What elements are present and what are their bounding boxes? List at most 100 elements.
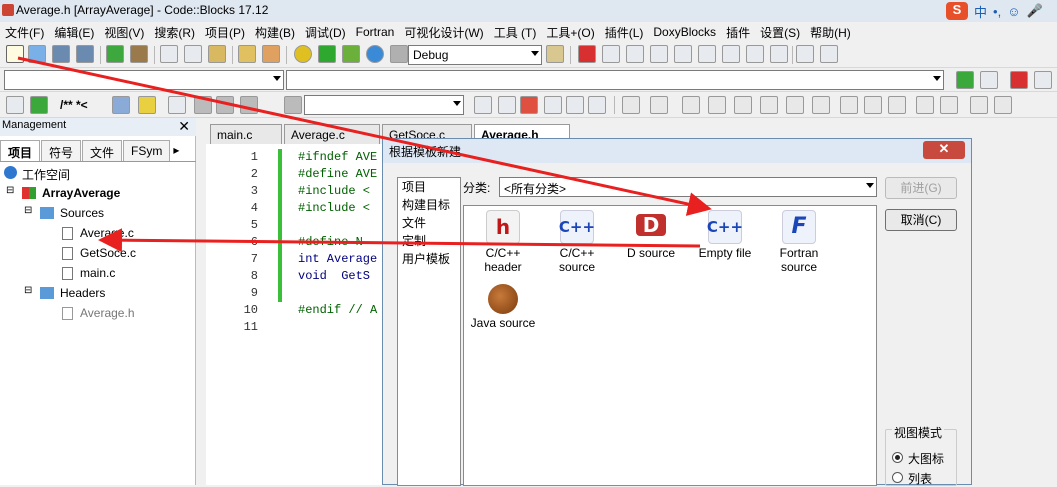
wrench-icon[interactable] — [168, 96, 186, 114]
match-word-icon[interactable] — [566, 96, 584, 114]
step-out-icon[interactable] — [674, 45, 692, 63]
scope-select[interactable] — [4, 70, 284, 90]
menu-tools-plus[interactable]: 工具+(O) — [541, 24, 599, 41]
wx-flex-icon[interactable] — [812, 96, 830, 114]
run-to-cursor-icon[interactable] — [602, 45, 620, 63]
next-instruction-icon[interactable] — [698, 45, 716, 63]
pause-icon[interactable] — [746, 45, 764, 63]
tree-file-main-c[interactable]: main.c — [80, 266, 115, 280]
emoji-icon[interactable]: ☺ — [1007, 4, 1020, 19]
tab-files[interactable]: 文件 — [82, 140, 123, 161]
doxy-config-icon[interactable] — [6, 96, 24, 114]
step-into-icon[interactable] — [650, 45, 668, 63]
tree-sources-folder[interactable]: Sources — [60, 206, 104, 220]
tree-workspace[interactable]: 工作空间 — [22, 166, 70, 183]
abort-icon[interactable] — [390, 45, 408, 63]
rebuild-icon[interactable] — [366, 45, 384, 63]
menu-project[interactable]: 项目(P) — [200, 24, 250, 41]
search-combo[interactable] — [304, 95, 464, 115]
next-icon[interactable] — [240, 96, 258, 114]
template-cpp-header[interactable]: h C/C++ header — [466, 210, 540, 274]
wx-textctrl-icon[interactable] — [864, 96, 882, 114]
copy-code-icon[interactable] — [994, 96, 1012, 114]
view-mode-large-radio[interactable] — [892, 452, 903, 463]
wx-sizer-h-icon[interactable] — [734, 96, 752, 114]
pointer-icon[interactable] — [622, 96, 640, 114]
arrow-right-icon[interactable] — [498, 96, 516, 114]
save-all-icon[interactable] — [76, 45, 94, 63]
step-into-instruction-icon[interactable] — [722, 45, 740, 63]
redo-icon[interactable] — [130, 45, 148, 63]
wx-frame-icon[interactable] — [708, 96, 726, 114]
next-line-icon[interactable] — [626, 45, 644, 63]
highlight-icon[interactable] — [520, 96, 538, 114]
menu-edit[interactable]: 编辑(E) — [49, 24, 99, 41]
cancel-button[interactable]: 取消(C) — [885, 209, 957, 231]
zoom-out-icon[interactable] — [940, 96, 958, 114]
tree-file-average-c[interactable]: Average.c — [80, 226, 134, 240]
editor-tab-main-c[interactable]: main.c — [210, 124, 282, 144]
menu-view[interactable]: 视图(V) — [99, 24, 149, 41]
open-icon[interactable] — [28, 45, 46, 63]
template-java-source[interactable]: Java source — [466, 284, 540, 330]
menu-doxyblocks[interactable]: DoxyBlocks — [648, 25, 721, 39]
view-mode-list-radio[interactable] — [892, 472, 903, 483]
tab-scroll-right-icon[interactable]: ▸ — [171, 140, 181, 161]
mic-icon[interactable]: 🎤 — [1026, 3, 1042, 19]
menu-file[interactable]: 文件(F) — [0, 24, 49, 41]
tree-file-average-h[interactable]: Average.h — [80, 306, 135, 320]
collapse-icon[interactable]: ⊟ — [24, 285, 32, 296]
ime-toolbar[interactable]: S 中 •, ☺ 🎤 — [946, 2, 1043, 20]
replace-icon[interactable] — [262, 45, 280, 63]
ime-punct[interactable]: •, — [993, 4, 1001, 19]
find-icon[interactable] — [238, 45, 256, 63]
match-case-icon[interactable] — [544, 96, 562, 114]
close-icon[interactable]: ✕ — [923, 141, 965, 159]
category-item-files[interactable]: 文件 — [398, 214, 460, 232]
ime-lang[interactable]: 中 — [974, 2, 987, 21]
tree-file-getsoce-c[interactable]: GetSoce.c — [80, 246, 136, 260]
cut-icon[interactable] — [160, 45, 178, 63]
paste-icon[interactable] — [208, 45, 226, 63]
template-empty-file[interactable]: C++ Empty file — [688, 210, 762, 260]
category-item-build-targets[interactable]: 构建目标 — [398, 196, 460, 214]
wx-grid-icon[interactable] — [786, 96, 804, 114]
editor-tab-average-c[interactable]: Average.c — [284, 124, 380, 144]
category-item-projects[interactable]: 项目 — [398, 178, 460, 196]
menu-help[interactable]: 帮助(H) — [805, 24, 856, 41]
debug-windows-icon[interactable] — [796, 45, 814, 63]
stop-debug-icon[interactable] — [770, 45, 788, 63]
category-select[interactable]: <所有分类> — [499, 177, 877, 197]
bookmark-toggle-icon[interactable] — [1010, 71, 1028, 89]
function-select[interactable] — [286, 70, 944, 90]
wx-panel-icon[interactable] — [650, 96, 668, 114]
menu-search[interactable]: 搜索(R) — [149, 24, 200, 41]
debug-info-icon[interactable] — [820, 45, 838, 63]
html-doc-icon[interactable] — [112, 96, 130, 114]
template-fortran-source[interactable]: F Fortran source — [762, 210, 836, 274]
menu-settings[interactable]: 设置(S) — [755, 24, 805, 41]
jump-back-icon[interactable] — [956, 71, 974, 89]
category-item-user-templates[interactable]: 用户模板 — [398, 250, 460, 268]
bookmark-next-icon[interactable] — [1034, 71, 1052, 89]
tree-headers-folder[interactable]: Headers — [60, 286, 105, 300]
close-icon[interactable]: ✕ — [178, 118, 190, 135]
regex-icon[interactable] — [588, 96, 606, 114]
code-editor[interactable]: 1 2 3 4 5 6 7 8 9 10 11 #ifndef AVE #def… — [206, 144, 382, 485]
menu-debug[interactable]: 调试(D) — [300, 24, 351, 41]
target-dialog-icon[interactable] — [546, 45, 564, 63]
zoom-in-icon[interactable] — [916, 96, 934, 114]
menu-plugins-2[interactable]: 插件 — [721, 24, 755, 41]
menu-fortran[interactable]: Fortran — [351, 25, 400, 39]
clear-icon[interactable] — [284, 96, 302, 114]
debug-start-icon[interactable] — [578, 45, 596, 63]
collapse-icon[interactable]: ⊟ — [6, 185, 14, 196]
category-item-custom[interactable]: 定制 — [398, 232, 460, 250]
wx-sizer-v-icon[interactable] — [760, 96, 778, 114]
view-mode-large-label[interactable]: 大图标 — [908, 450, 944, 467]
doxy-extract-icon[interactable] — [30, 96, 48, 114]
comment-block-button[interactable]: /** *< — [60, 98, 88, 112]
copy-icon[interactable] — [184, 45, 202, 63]
menu-plugins[interactable]: 插件(L) — [600, 24, 649, 41]
ime-logo-icon[interactable]: S — [946, 2, 968, 20]
